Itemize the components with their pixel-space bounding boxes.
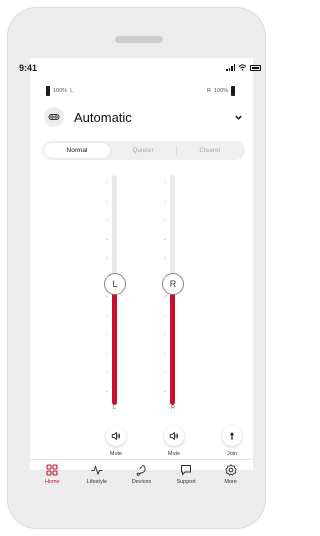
slider-tick-mark <box>106 182 108 183</box>
nav-label-support: Support <box>176 479 196 485</box>
sound-mode-clearer[interactable]: Clearer <box>177 143 243 158</box>
slider-tick-mark <box>106 258 108 259</box>
slider-tick-mark <box>164 220 166 221</box>
slider-tick-mark <box>164 296 166 297</box>
nav-label-home: Home <box>44 479 60 485</box>
sound-mode-normal[interactable]: Normal <box>44 143 110 158</box>
battery-cell-icon <box>46 86 50 96</box>
mute-left-button[interactable] <box>106 426 126 446</box>
chat-bubble-icon <box>181 465 192 476</box>
mute-right-button[interactable] <box>164 426 184 446</box>
slider-tick-mark <box>106 334 108 335</box>
speaker-icon <box>169 431 178 441</box>
nav-label-lifestyle: Lifestyle <box>86 479 107 485</box>
slider-tick-mark <box>164 372 166 373</box>
system-status-icons <box>226 64 261 71</box>
slider-tick-mark <box>164 239 166 240</box>
slider-tick-mark <box>164 277 166 278</box>
nav-item-home[interactable]: Home <box>30 462 75 492</box>
hearing-aid-icon <box>137 465 147 476</box>
nav-item-more[interactable]: More <box>208 462 253 492</box>
slider-tick-mark <box>106 391 108 392</box>
right-slider-label: R <box>171 405 175 411</box>
wifi-icon <box>238 64 247 71</box>
right-battery-percent: 100% <box>213 88 229 94</box>
sound-mode-segmented-control: Normal Quieter Clearer <box>42 141 245 160</box>
slider-tick-mark <box>164 315 166 316</box>
mute-right-label: Mute <box>167 451 181 457</box>
slider-tick-mark <box>164 182 166 183</box>
left-hearing-aid-battery: 100% L <box>46 86 73 96</box>
join-button[interactable] <box>222 426 242 446</box>
status-time: 9:41 <box>19 63 38 73</box>
sound-mode-quieter[interactable]: Quieter <box>110 143 176 158</box>
right-hearing-aid-battery: R 100% <box>207 86 236 96</box>
nav-divider <box>30 459 253 460</box>
slider-tick-mark <box>106 239 108 240</box>
left-side-letter: L <box>70 88 74 94</box>
slider-tick-mark <box>164 258 166 259</box>
battery-cell-icon <box>231 86 236 96</box>
slider-tick-mark <box>164 201 166 202</box>
slider-tick-mark <box>106 353 108 354</box>
right-side-letter: R <box>207 88 211 94</box>
join-arrow-icon <box>229 432 235 440</box>
phone-battery-icon <box>250 64 261 71</box>
slider-tick-mark <box>106 201 108 202</box>
slider-tick-mark <box>164 334 166 335</box>
slider-tick-mark <box>106 296 108 297</box>
speaker-icon <box>111 431 120 441</box>
slider-tick-mark <box>164 391 166 392</box>
nav-item-support[interactable]: Support <box>164 462 209 492</box>
slider-tick-mark <box>164 353 166 354</box>
left-volume-fill <box>112 285 117 405</box>
left-battery-percent: 100% <box>53 88 68 94</box>
right-volume-fill <box>170 285 175 405</box>
mute-left-label: Mute <box>109 451 123 457</box>
gear-icon <box>224 464 237 476</box>
left-slider-label: L <box>113 405 117 411</box>
slider-tick-mark <box>106 372 108 373</box>
home-grid-icon <box>46 464 58 476</box>
activity-icon <box>91 465 103 476</box>
nav-item-lifestyle[interactable]: Lifestyle <box>75 462 120 492</box>
nav-label-more: More <box>224 479 237 485</box>
cellular-signal-icon <box>226 64 235 71</box>
slider-tick-mark <box>106 315 108 316</box>
slider-tick-mark <box>106 220 108 221</box>
slider-tick-mark <box>106 277 108 278</box>
program-name[interactable]: Automatic <box>74 110 132 125</box>
automatic-program-icon[interactable] <box>44 107 64 127</box>
nav-item-devices[interactable]: Devices <box>119 462 164 492</box>
join-label: Join <box>226 451 238 457</box>
chevron-down-icon[interactable] <box>234 113 243 122</box>
nav-label-devices: Devices <box>131 479 152 485</box>
phone-speaker-notch <box>115 36 163 43</box>
bottom-navigation: Home Lifestyle Devices Support More <box>30 462 253 492</box>
